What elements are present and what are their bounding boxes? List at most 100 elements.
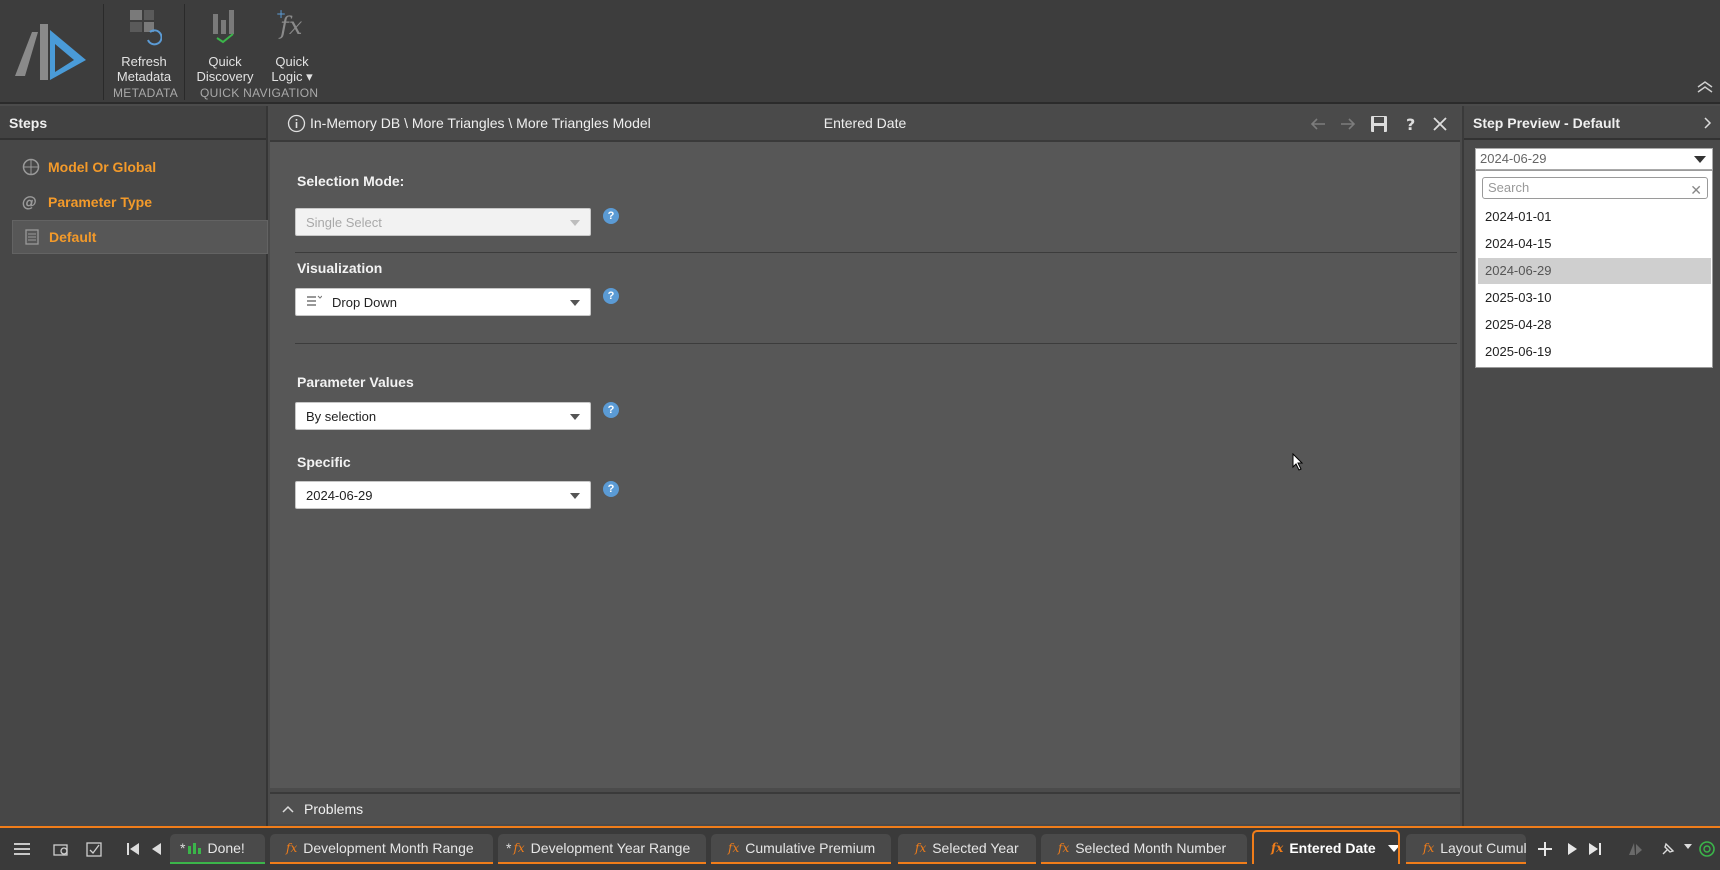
steps-title: Steps: [0, 106, 266, 140]
globe-icon: [22, 158, 40, 176]
dropdown-option[interactable]: 2024-01-01: [1478, 204, 1711, 230]
chevron-down-icon: [570, 300, 580, 306]
discovery-label-2: Discovery: [196, 69, 254, 84]
tab-entered-date[interactable]: fx Entered Date: [1252, 830, 1400, 864]
step-label: Default: [49, 229, 97, 245]
add-tab-icon[interactable]: [1536, 840, 1554, 858]
quick-logic-button[interactable]: fx + Quick Logic ▾: [262, 4, 322, 84]
refresh-label-2: Metadata: [116, 69, 172, 84]
step-parameter-type[interactable]: @ Parameter Type: [12, 185, 268, 219]
parameter-values-help-icon[interactable]: ?: [603, 402, 619, 418]
parameter-values-select[interactable]: By selection: [295, 402, 591, 430]
refresh-metadata-icon: [130, 10, 162, 46]
tab-dropdown-icon[interactable]: [1387, 844, 1398, 852]
tab-selected-month-number[interactable]: fx Selected Month Number: [1041, 834, 1247, 864]
dropdown-option[interactable]: 2024-04-15: [1478, 231, 1711, 257]
visualization-select[interactable]: Drop Down: [295, 288, 591, 316]
dropdown-option[interactable]: 2025-06-19: [1478, 339, 1711, 365]
step-label: Parameter Type: [48, 194, 153, 210]
bar-chart-icon: [188, 843, 202, 854]
unsaved-star: *: [180, 840, 186, 856]
visualization-help-icon[interactable]: ?: [603, 288, 619, 304]
info-icon[interactable]: [287, 114, 306, 133]
app-mini-logo-icon[interactable]: [1626, 840, 1644, 858]
tab-development-year-range[interactable]: * fx Development Year Range: [498, 834, 706, 864]
clear-search-icon[interactable]: ✕: [1690, 180, 1702, 200]
problems-bar[interactable]: Problems: [270, 792, 1460, 824]
discovery-label-1: Quick: [208, 54, 242, 69]
fx-icon: fx: [728, 841, 740, 855]
fx-icon: fx: [1423, 841, 1435, 855]
ribbon: Refresh Metadata Quick Discovery fx + Qu…: [0, 0, 1720, 104]
back-arrow-icon[interactable]: [1308, 114, 1328, 134]
preview-dropdown-list: Search ✕ 2024-01-01 2024-04-15 2024-06-2…: [1475, 170, 1713, 368]
previous-page-icon[interactable]: [147, 840, 165, 858]
pin-dropdown-icon[interactable]: [1684, 844, 1692, 849]
selection-mode-value: Single Select: [306, 214, 382, 230]
tab-selected-year[interactable]: fx Selected Year: [898, 834, 1036, 864]
help-icon[interactable]: ?: [1401, 114, 1421, 134]
dropdown-search-input[interactable]: Search ✕: [1482, 177, 1708, 199]
specific-help-icon[interactable]: ?: [603, 481, 619, 497]
chevron-down-icon: [570, 493, 580, 499]
ribbon-separator: [184, 4, 185, 100]
pin-icon[interactable]: [1659, 840, 1677, 858]
svg-text:+: +: [276, 7, 286, 21]
dropdown-option[interactable]: 2025-03-10: [1478, 285, 1711, 311]
step-label: Model Or Global: [48, 159, 157, 175]
chevron-down-icon: [570, 414, 580, 420]
tab-cumulative-premium[interactable]: fx Cumulative Premium: [711, 834, 891, 864]
preview-selected-value: 2024-06-29: [1480, 151, 1547, 166]
menu-icon[interactable]: [13, 840, 31, 858]
logic-label-2: Logic ▾: [271, 69, 313, 84]
calculator-icon: [25, 229, 39, 245]
unsaved-star: *: [506, 840, 512, 856]
forward-arrow-icon[interactable]: [1338, 114, 1358, 134]
next-page-icon[interactable]: [1564, 840, 1582, 858]
refresh-metadata-button[interactable]: Refresh Metadata: [110, 4, 178, 84]
dropdown-option-selected[interactable]: 2024-06-29: [1478, 258, 1711, 284]
refresh-cycle-icon[interactable]: [1698, 840, 1716, 858]
last-page-icon[interactable]: [1586, 840, 1604, 858]
tab-label: Layout Cumula: [1440, 840, 1526, 856]
close-icon[interactable]: [1430, 114, 1450, 134]
tab-done[interactable]: * Done!: [170, 834, 265, 864]
dropdown-list-icon: [307, 295, 322, 306]
first-page-icon[interactable]: [124, 840, 142, 858]
search-placeholder: Search: [1488, 180, 1530, 195]
collapse-ribbon-icon[interactable]: [1696, 80, 1714, 94]
quick-logic-icon: fx +: [276, 7, 303, 40]
checklist-icon[interactable]: [85, 840, 103, 858]
steps-panel: Steps Model Or Global @ Parameter Type D…: [0, 106, 268, 826]
svg-text:?: ?: [1406, 115, 1415, 134]
selection-mode-help-icon[interactable]: ?: [603, 208, 619, 224]
step-default[interactable]: Default: [12, 220, 268, 254]
chevron-up-icon: [282, 805, 294, 813]
parameter-values-value: By selection: [306, 408, 377, 424]
tab-label: Done!: [207, 840, 245, 856]
tab-layout-cumula[interactable]: fx Layout Cumula: [1406, 834, 1526, 864]
tab-development-month-range[interactable]: fx Development Month Range: [270, 834, 493, 864]
logic-label-1: Quick: [275, 54, 309, 69]
specific-label: Specific: [297, 454, 351, 470]
dropdown-option[interactable]: 2025-04-28: [1478, 312, 1711, 338]
ribbon-separator: [103, 4, 104, 100]
fx-icon: fx: [513, 841, 525, 855]
chevron-right-icon[interactable]: [1704, 117, 1712, 129]
specific-select[interactable]: 2024-06-29: [295, 481, 591, 509]
step-model-or-global[interactable]: Model Or Global: [12, 150, 268, 184]
fx-icon: fx: [286, 841, 298, 855]
bottom-taskbar: * Done! fx Development Month Range * fx …: [0, 826, 1720, 870]
svg-text:@: @: [22, 193, 37, 211]
save-icon[interactable]: [1369, 114, 1389, 134]
preview-date-select[interactable]: 2024-06-29: [1475, 148, 1713, 170]
fx-icon: fx: [915, 841, 927, 855]
tab-label: Cumulative Premium: [745, 840, 876, 856]
chevron-down-icon: [1694, 156, 1706, 163]
at-icon: @: [22, 193, 37, 211]
tab-label: Development Month Range: [303, 840, 474, 856]
open-folder-icon[interactable]: [52, 840, 70, 858]
fx-icon: fx: [1271, 841, 1284, 855]
quick-discovery-button[interactable]: Quick Discovery: [195, 4, 255, 84]
group-label-quick-navigation: QUICK NAVIGATION: [200, 86, 319, 100]
